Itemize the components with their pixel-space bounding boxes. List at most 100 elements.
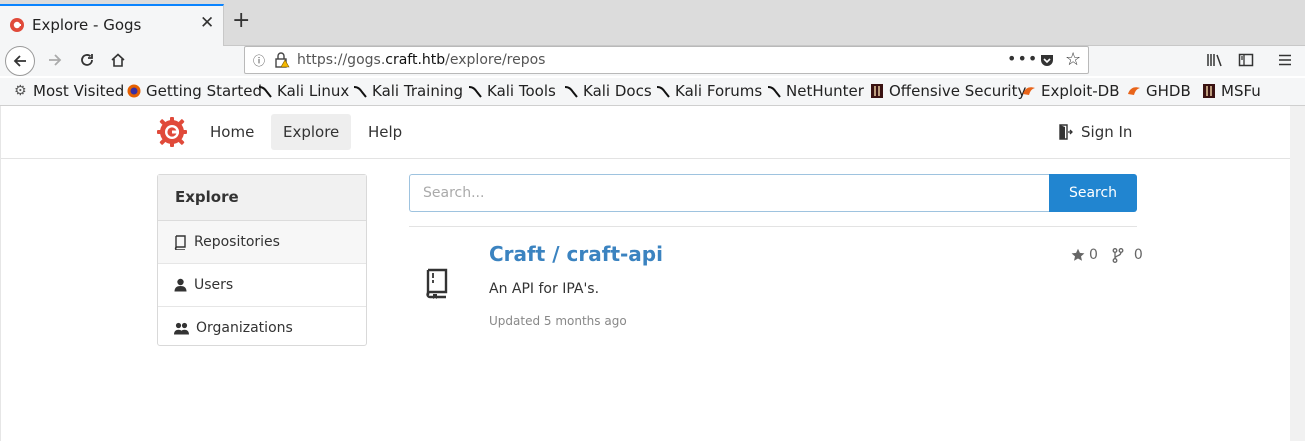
bookmark-label: Kali Linux bbox=[277, 82, 350, 100]
menu-button[interactable] bbox=[1273, 46, 1297, 74]
arrow-right-icon bbox=[49, 54, 62, 66]
divider bbox=[409, 226, 1137, 227]
url-prefix: https://gogs. bbox=[297, 52, 386, 68]
pocket-icon[interactable] bbox=[1039, 52, 1055, 68]
sidebar-item-repositories[interactable]: Repositories bbox=[158, 221, 366, 264]
hamburger-menu-icon bbox=[1279, 54, 1291, 66]
repo-updated-time: Updated 5 months ago bbox=[489, 314, 627, 328]
bookmark-msfu[interactable]: MSFu bbox=[1202, 82, 1261, 100]
tab-close-icon[interactable]: ✕ bbox=[200, 13, 214, 33]
library-button[interactable] bbox=[1203, 46, 1227, 74]
sign-in-icon bbox=[1059, 124, 1073, 140]
bookmark-label: Offensive Security bbox=[889, 82, 1027, 100]
navigation-toolbar: ⓘ https://gogs.craft.htb/explore/repos •… bbox=[0, 46, 1305, 76]
gogs-favicon-icon bbox=[10, 18, 24, 32]
bookmark-label: Kali Training bbox=[372, 82, 464, 100]
sidebar-toggle-button[interactable] bbox=[1234, 46, 1258, 74]
arrow-left-icon bbox=[13, 55, 26, 67]
forward-button[interactable] bbox=[43, 46, 67, 74]
url-bar[interactable]: ⓘ https://gogs.craft.htb/explore/repos •… bbox=[244, 46, 1089, 74]
bookmarks-toolbar: ⚙ Most Visited Getting Started Kali Linu… bbox=[0, 78, 1305, 106]
offsec-icon bbox=[1203, 84, 1215, 98]
bookmark-offensive-security[interactable]: Offensive Security bbox=[870, 82, 1026, 100]
explore-sidebar: Explore Repositories Users Organizations bbox=[157, 174, 367, 346]
bookmark-kali-docs[interactable]: Kali Docs bbox=[564, 82, 652, 100]
reload-button[interactable] bbox=[75, 46, 99, 74]
fork-icon bbox=[1112, 247, 1124, 263]
bookmark-label: Kali Tools bbox=[487, 82, 556, 100]
reload-icon bbox=[81, 54, 93, 66]
bookmark-kali-linux[interactable]: Kali Linux bbox=[258, 82, 349, 100]
page-scrollbar[interactable] bbox=[1290, 106, 1305, 441]
nav-explore[interactable]: Explore bbox=[271, 114, 352, 150]
bookmark-kali-tools[interactable]: Kali Tools bbox=[468, 82, 556, 100]
tab-bar: Explore - Gogs ✕ + bbox=[0, 0, 1305, 46]
search-input[interactable] bbox=[409, 174, 1051, 212]
back-button[interactable] bbox=[5, 46, 35, 76]
repo-icon bbox=[174, 234, 186, 250]
home-button[interactable] bbox=[106, 46, 130, 74]
bookmark-label: Kali Docs bbox=[583, 82, 652, 100]
star-count: 0 bbox=[1089, 247, 1098, 263]
bookmark-getting-started[interactable]: Getting Started bbox=[127, 82, 262, 100]
tab-title: Explore - Gogs bbox=[32, 16, 142, 34]
kali-icon bbox=[656, 86, 670, 98]
repo-link[interactable]: Craft / craft-api bbox=[489, 242, 663, 266]
info-icon[interactable]: ⓘ bbox=[253, 52, 265, 69]
offsec-icon bbox=[871, 84, 883, 98]
repo-stats: 0 0 bbox=[1071, 247, 1143, 263]
nav-home[interactable]: Home bbox=[198, 114, 266, 150]
exploitdb-icon bbox=[1128, 87, 1140, 95]
library-icon bbox=[1207, 54, 1222, 67]
new-tab-button[interactable]: + bbox=[232, 10, 250, 32]
bookmark-label: Kali Forums bbox=[675, 82, 763, 100]
sign-in-link[interactable]: Sign In bbox=[1059, 114, 1132, 150]
star-icon bbox=[1071, 248, 1085, 261]
sidebar-item-label: Organizations bbox=[196, 320, 293, 336]
bookmark-label: Exploit-DB bbox=[1041, 82, 1120, 100]
repo-description: An API for IPA's. bbox=[489, 281, 600, 297]
bookmark-label: NetHunter bbox=[786, 82, 864, 100]
kali-icon bbox=[258, 86, 272, 98]
sidebar-item-label: Users bbox=[194, 277, 234, 293]
user-icon bbox=[174, 278, 187, 292]
kali-icon bbox=[564, 86, 578, 98]
bookmark-nethunter[interactable]: NetHunter bbox=[767, 82, 864, 100]
fork-count: 0 bbox=[1133, 247, 1143, 263]
organization-icon bbox=[174, 322, 189, 334]
bookmark-star-icon[interactable]: ☆ bbox=[1065, 49, 1081, 70]
url-path: /explore/repos bbox=[445, 52, 546, 68]
bookmark-label: Getting Started bbox=[146, 82, 262, 100]
bookmark-most-visited[interactable]: ⚙ Most Visited bbox=[14, 82, 124, 100]
site-header: Home Explore Help Sign In bbox=[1, 106, 1291, 159]
bookmark-exploit-db[interactable]: Exploit-DB bbox=[1022, 82, 1120, 100]
bookmark-label: Most Visited bbox=[33, 82, 125, 100]
nav-help[interactable]: Help bbox=[356, 114, 414, 150]
sidebar-item-label: Repositories bbox=[194, 234, 280, 250]
bookmark-kali-forums[interactable]: Kali Forums bbox=[656, 82, 762, 100]
tab-explore-gogs[interactable]: Explore - Gogs ✕ bbox=[0, 4, 224, 46]
sidebar-title: Explore bbox=[158, 175, 366, 221]
bookmark-kali-training[interactable]: Kali Training bbox=[353, 82, 463, 100]
page-actions-icon[interactable]: ••• bbox=[1007, 49, 1038, 68]
search-button[interactable]: Search bbox=[1049, 174, 1137, 212]
bookmark-ghdb[interactable]: GHDB bbox=[1127, 82, 1191, 100]
bookmark-label: GHDB bbox=[1146, 82, 1191, 100]
bookmark-label: MSFu bbox=[1221, 82, 1261, 100]
home-icon bbox=[111, 53, 125, 67]
kali-icon bbox=[767, 86, 781, 98]
insecure-lock-icon[interactable] bbox=[274, 51, 290, 69]
gear-icon: ⚙ bbox=[14, 83, 27, 99]
sidebar-item-users[interactable]: Users bbox=[158, 264, 366, 307]
gogs-logo-icon[interactable] bbox=[156, 116, 188, 148]
exploitdb-icon bbox=[1023, 87, 1035, 95]
sidebar-item-organizations[interactable]: Organizations bbox=[158, 307, 366, 349]
url-host: craft.htb bbox=[385, 52, 446, 68]
kali-icon bbox=[468, 86, 482, 98]
kali-icon bbox=[353, 86, 367, 98]
sidebar-icon bbox=[1238, 53, 1254, 67]
url-text: https://gogs.craft.htb/explore/repos bbox=[297, 52, 545, 68]
book-icon bbox=[426, 268, 448, 299]
firefox-icon bbox=[127, 84, 141, 98]
sign-in-label: Sign In bbox=[1081, 123, 1133, 141]
